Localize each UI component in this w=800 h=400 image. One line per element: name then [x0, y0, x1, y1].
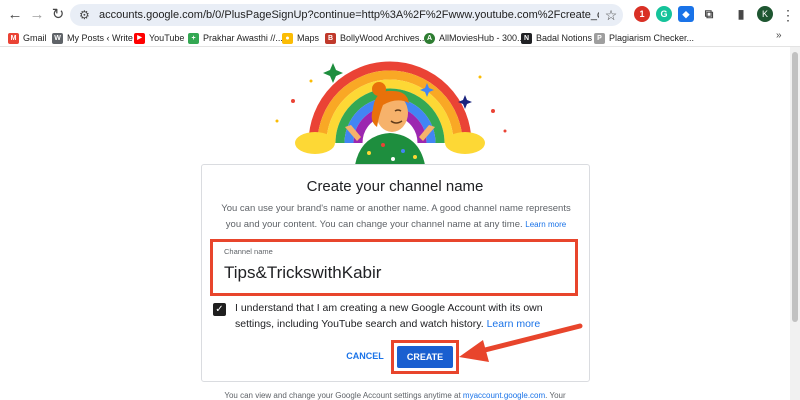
- reload-icon[interactable]: ↻: [48, 5, 68, 25]
- bookmarks-bar: M Gmail W My Posts ‹ Write ▶ YouTube + P…: [0, 29, 800, 47]
- menu-icon[interactable]: ⋮: [781, 5, 795, 25]
- channel-name-label: Channel name: [224, 247, 273, 256]
- scrollbar-thumb[interactable]: [792, 52, 798, 322]
- create-button[interactable]: CREATE: [397, 346, 453, 368]
- bookmark-label: Plagiarism Checker...: [609, 33, 695, 43]
- bookmark-badal-notions[interactable]: N Badal Notions: [521, 30, 592, 46]
- shield-icon[interactable]: ◆: [678, 6, 694, 22]
- browser-toolbar: ← → ↻ ⚙ accounts.google.com/b/0/PlusPage…: [0, 0, 800, 29]
- consent-checkbox[interactable]: ✓: [213, 303, 226, 316]
- bookmark-gmail[interactable]: M Gmail: [8, 30, 47, 46]
- learn-more-link[interactable]: Learn more: [525, 220, 566, 229]
- forward-icon[interactable]: →: [27, 5, 47, 25]
- url-text[interactable]: accounts.google.com/b/0/PlusPageSignUp?c…: [99, 8, 599, 22]
- bookmarks-more-icon[interactable]: »: [776, 30, 782, 41]
- bookmark-label: Gmail: [23, 33, 47, 43]
- footer-sentence: You can view and change your Google Acco…: [224, 391, 461, 400]
- page-title: Create your channel name: [306, 178, 484, 195]
- card-description: You can use your brand's name or another…: [215, 201, 577, 233]
- star-icon[interactable]: ☆: [602, 6, 620, 24]
- bookmark-bollywood[interactable]: B BollyWood Archives...: [325, 30, 427, 46]
- gmail-icon: M: [8, 32, 19, 44]
- wordpress-icon: W: [52, 32, 63, 44]
- extension-icon[interactable]: 1: [634, 6, 650, 22]
- bookmark-label: Prakhar Awasthi //...: [203, 33, 283, 43]
- description-text: You can use your brand's name or another…: [221, 203, 571, 230]
- bookmark-label: AllMoviesHub - 300...: [439, 33, 525, 43]
- bookmark-label: YouTube: [149, 33, 185, 43]
- plagiarism-icon: P: [594, 32, 605, 44]
- bookmark-prakhar[interactable]: + Prakhar Awasthi //...: [188, 30, 283, 46]
- channel-name-input[interactable]: Tips&TrickswithKabir: [224, 263, 381, 283]
- checkmark-icon: ✓: [215, 304, 224, 315]
- footer-tail: . Your: [545, 391, 566, 400]
- bookmark-my-posts[interactable]: W My Posts ‹ Write: [52, 30, 133, 46]
- bookmark-plagiarism[interactable]: P Plagiarism Checker...: [594, 30, 694, 46]
- bookmark-label: Badal Notions: [536, 33, 593, 43]
- avatar[interactable]: K: [757, 6, 773, 22]
- bookmark-label: My Posts ‹ Write: [67, 33, 133, 43]
- puzzle-icon[interactable]: ⧉: [701, 6, 717, 22]
- bookmark-allmovieshub[interactable]: A AllMoviesHub - 300...: [424, 30, 525, 46]
- bollywood-icon: B: [325, 32, 336, 44]
- address-bar[interactable]: ⚙ accounts.google.com/b/0/PlusPageSignUp…: [70, 4, 623, 26]
- allmovies-icon: A: [424, 32, 435, 44]
- plus-icon: +: [188, 32, 199, 44]
- maps-icon: ●: [282, 32, 293, 44]
- extension-badge: 1: [639, 9, 645, 19]
- rainbow-illustration: [275, 61, 507, 165]
- grammarly-icon[interactable]: G: [656, 6, 672, 22]
- back-icon[interactable]: ←: [5, 5, 25, 25]
- bookmark-label: BollyWood Archives...: [340, 33, 427, 43]
- footer-text: You can view and change your Google Acco…: [0, 391, 790, 400]
- myaccount-link[interactable]: myaccount.google.com: [463, 391, 545, 400]
- youtube-icon: ▶: [134, 32, 145, 44]
- notion-icon: N: [521, 32, 532, 44]
- bookmark-youtube[interactable]: ▶ YouTube: [134, 30, 184, 46]
- bookmark-maps[interactable]: ● Maps: [282, 30, 319, 46]
- side-panel-icon[interactable]: ▮: [733, 6, 749, 22]
- annotation-arrow-icon: [459, 323, 583, 362]
- bookmark-label: Maps: [297, 33, 320, 43]
- tune-icon[interactable]: ⚙: [79, 7, 93, 23]
- cancel-button[interactable]: CANCEL: [339, 347, 391, 365]
